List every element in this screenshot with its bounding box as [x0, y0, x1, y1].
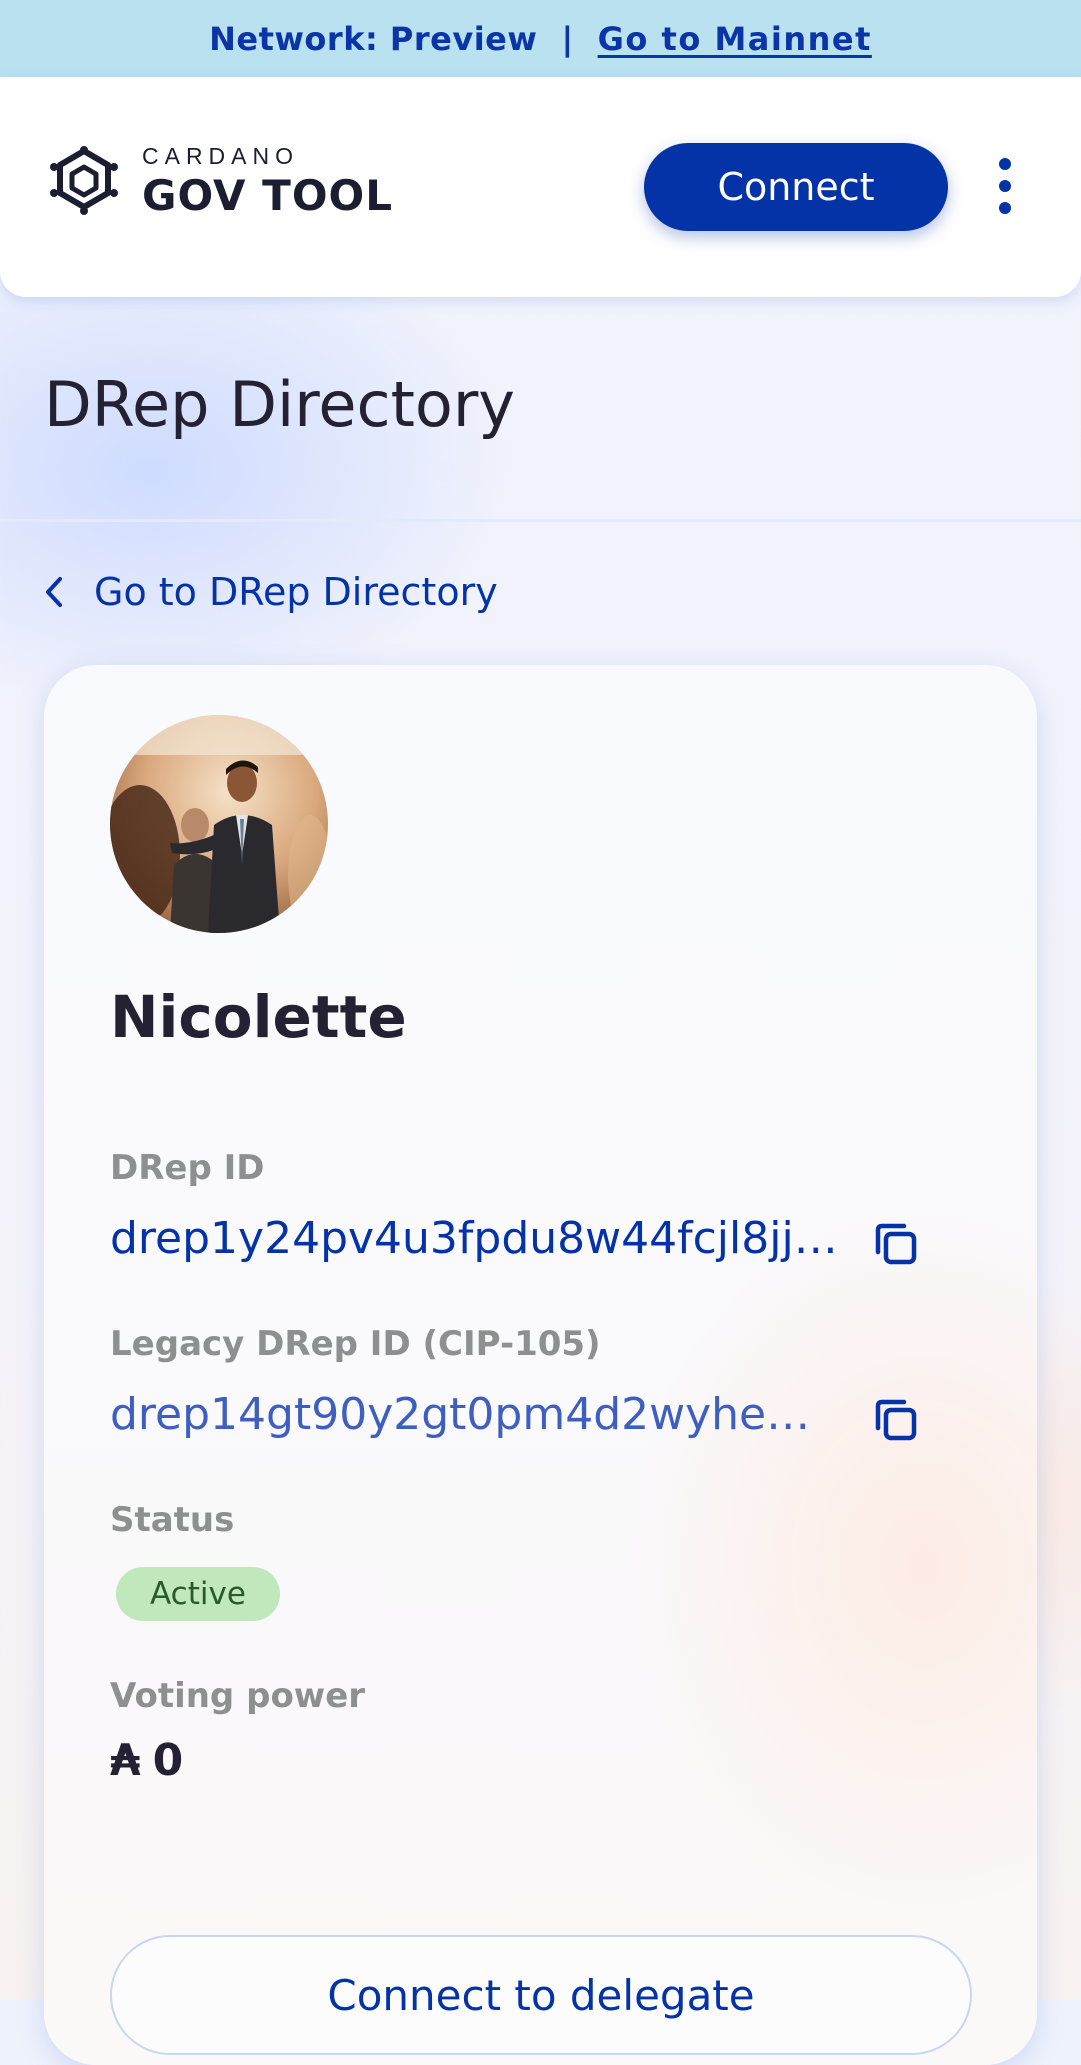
- go-to-mainnet-link[interactable]: Go to Mainnet: [598, 20, 872, 58]
- menu-dot: [999, 180, 1011, 192]
- cardano-hexagon-logo-icon: [50, 146, 118, 215]
- menu-dot: [999, 158, 1011, 170]
- voting-power-value: ₳ 0: [110, 1735, 183, 1786]
- drep-avatar: [110, 715, 328, 933]
- legacy-drep-id-label: Legacy DRep ID (CIP-105): [110, 1324, 601, 1364]
- copy-drep-id-icon[interactable]: [870, 1218, 922, 1270]
- back-link-label: Go to DRep Directory: [94, 570, 498, 614]
- logo-wordmark: CARDANO GOV TOOL: [142, 145, 393, 217]
- drep-id-value: drep1y24pv4u3fpdu8w44fcjl8jje…: [110, 1213, 850, 1264]
- network-label: Network: Preview: [209, 19, 538, 58]
- drep-name: Nicolette: [110, 983, 407, 1051]
- back-to-directory-link[interactable]: Go to DRep Directory: [44, 570, 498, 614]
- page-title: DRep Directory: [44, 368, 515, 441]
- app-logo[interactable]: CARDANO GOV TOOL: [44, 145, 393, 217]
- voting-power-amount: 0: [152, 1735, 184, 1786]
- title-divider: [0, 519, 1081, 522]
- app-header: CARDANO GOV TOOL Connect: [0, 77, 1081, 297]
- drep-id-label: DRep ID: [110, 1148, 265, 1188]
- ada-currency-symbol: ₳: [110, 1735, 141, 1786]
- connect-to-delegate-button[interactable]: Connect to delegate: [110, 1935, 972, 2055]
- connect-button[interactable]: Connect: [644, 143, 948, 231]
- drep-detail-card: Nicolette DRep ID drep1y24pv4u3fpdu8w44f…: [44, 665, 1037, 2065]
- status-label: Status: [110, 1500, 235, 1540]
- kebab-menu-icon[interactable]: [985, 158, 1025, 214]
- network-banner: Network: Preview | Go to Mainnet: [0, 0, 1081, 77]
- logo-govtool-text: GOV TOOL: [142, 171, 393, 220]
- banner-separator: |: [561, 19, 574, 58]
- logo-cardano-text: CARDANO: [142, 143, 300, 169]
- chevron-left-icon: [46, 577, 62, 607]
- voting-power-label: Voting power: [110, 1676, 366, 1716]
- copy-legacy-drep-id-icon[interactable]: [870, 1394, 922, 1446]
- legacy-drep-id-value: drep14gt90y2gt0pm4d2wyheu…: [110, 1389, 830, 1440]
- status-badge: Active: [116, 1567, 280, 1621]
- menu-dot: [999, 202, 1011, 214]
